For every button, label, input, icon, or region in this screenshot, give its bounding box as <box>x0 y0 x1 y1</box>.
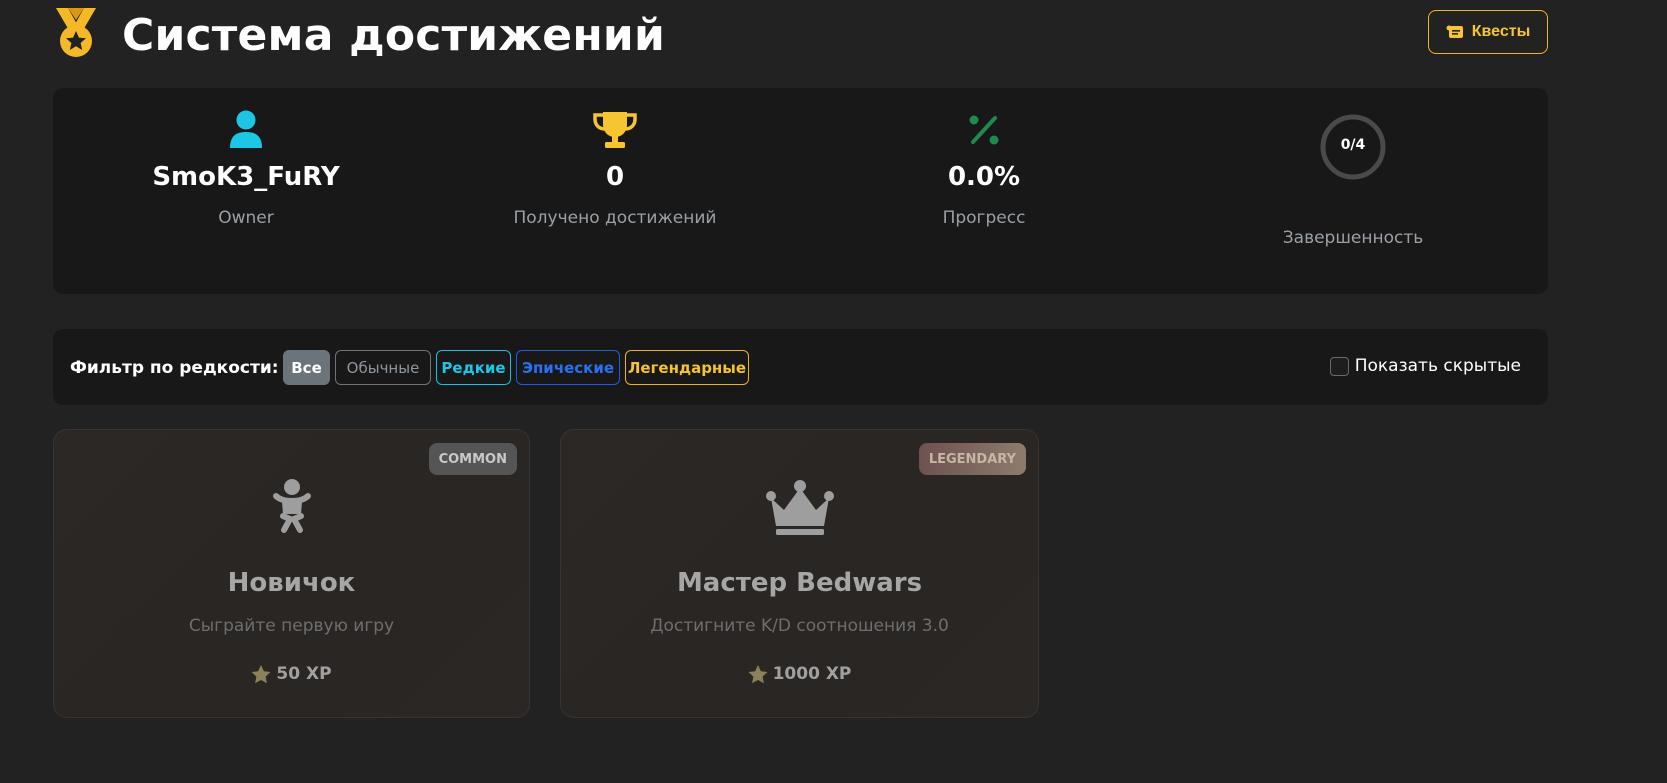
star-icon <box>251 664 271 683</box>
xp-value: 50 XP <box>276 664 332 684</box>
achievement-reward: 50 XP <box>54 664 529 684</box>
progress-value: 0.0% <box>947 162 1021 192</box>
show-hidden-checkbox[interactable] <box>1329 356 1349 376</box>
page-header: Система достижений Квесты <box>52 6 1548 62</box>
rarity-filter-bar: Фильтр по редкости: Все Обычные Редкие Э… <box>53 329 1548 405</box>
achievement-title: Новичок <box>227 568 356 598</box>
achievements-label: Получено достижений <box>513 208 717 228</box>
achievement-title: Мастер Bedwars <box>676 568 923 598</box>
rarity-badge: LEGENDARY <box>918 443 1026 475</box>
achievements-count: 0 <box>605 162 625 192</box>
quests-button[interactable]: Квесты <box>1428 10 1548 54</box>
achievement-reward: 1000 XP <box>561 664 1038 684</box>
xp-value: 1000 XP <box>772 664 852 684</box>
scroll-icon <box>1446 25 1463 38</box>
achievement-card[interactable]: COMMON Новичок Сыграйте первую игру 50 X… <box>53 429 530 718</box>
user-role-label: Owner <box>218 208 274 228</box>
percent-icon <box>969 115 999 145</box>
trophy-icon <box>593 112 637 148</box>
achievement-description: Достигните K/D соотношения 3.0 <box>650 616 949 636</box>
username-value: SmoK3_FuRY <box>152 162 340 192</box>
completion-ring-text: 0/4 <box>1340 137 1366 153</box>
filter-label: Фильтр по редкости: <box>70 358 279 378</box>
stats-panel: SmoK3_FuRY Owner 0 Получено достижений 0… <box>53 88 1548 294</box>
star-icon <box>748 664 768 683</box>
baby-icon <box>272 479 311 533</box>
progress-label: Прогресс <box>942 208 1026 228</box>
rarity-badge: COMMON <box>428 443 517 475</box>
show-hidden-label: Показать скрытые <box>1354 356 1521 376</box>
quests-button-label: Квесты <box>1471 23 1531 40</box>
crown-icon <box>765 480 834 535</box>
filter-chip-rare[interactable]: Редкие <box>436 350 511 385</box>
filter-chip-epic[interactable]: Эпические <box>516 350 620 385</box>
user-icon <box>230 110 262 148</box>
filter-chip-legendary[interactable]: Легендарные <box>625 350 749 385</box>
completion-label: Завершенность <box>1282 228 1424 248</box>
filter-chip-all[interactable]: Все <box>283 350 330 385</box>
achievement-card[interactable]: LEGENDARY Мастер Bedwars Достигните K/D … <box>560 429 1039 718</box>
medal-icon <box>56 8 96 57</box>
page-title: Система достижений <box>122 10 665 61</box>
achievement-description: Сыграйте первую игру <box>188 616 395 636</box>
filter-chip-common[interactable]: Обычные <box>335 350 431 385</box>
show-hidden-toggle[interactable]: Показать скрытые <box>1329 356 1521 376</box>
